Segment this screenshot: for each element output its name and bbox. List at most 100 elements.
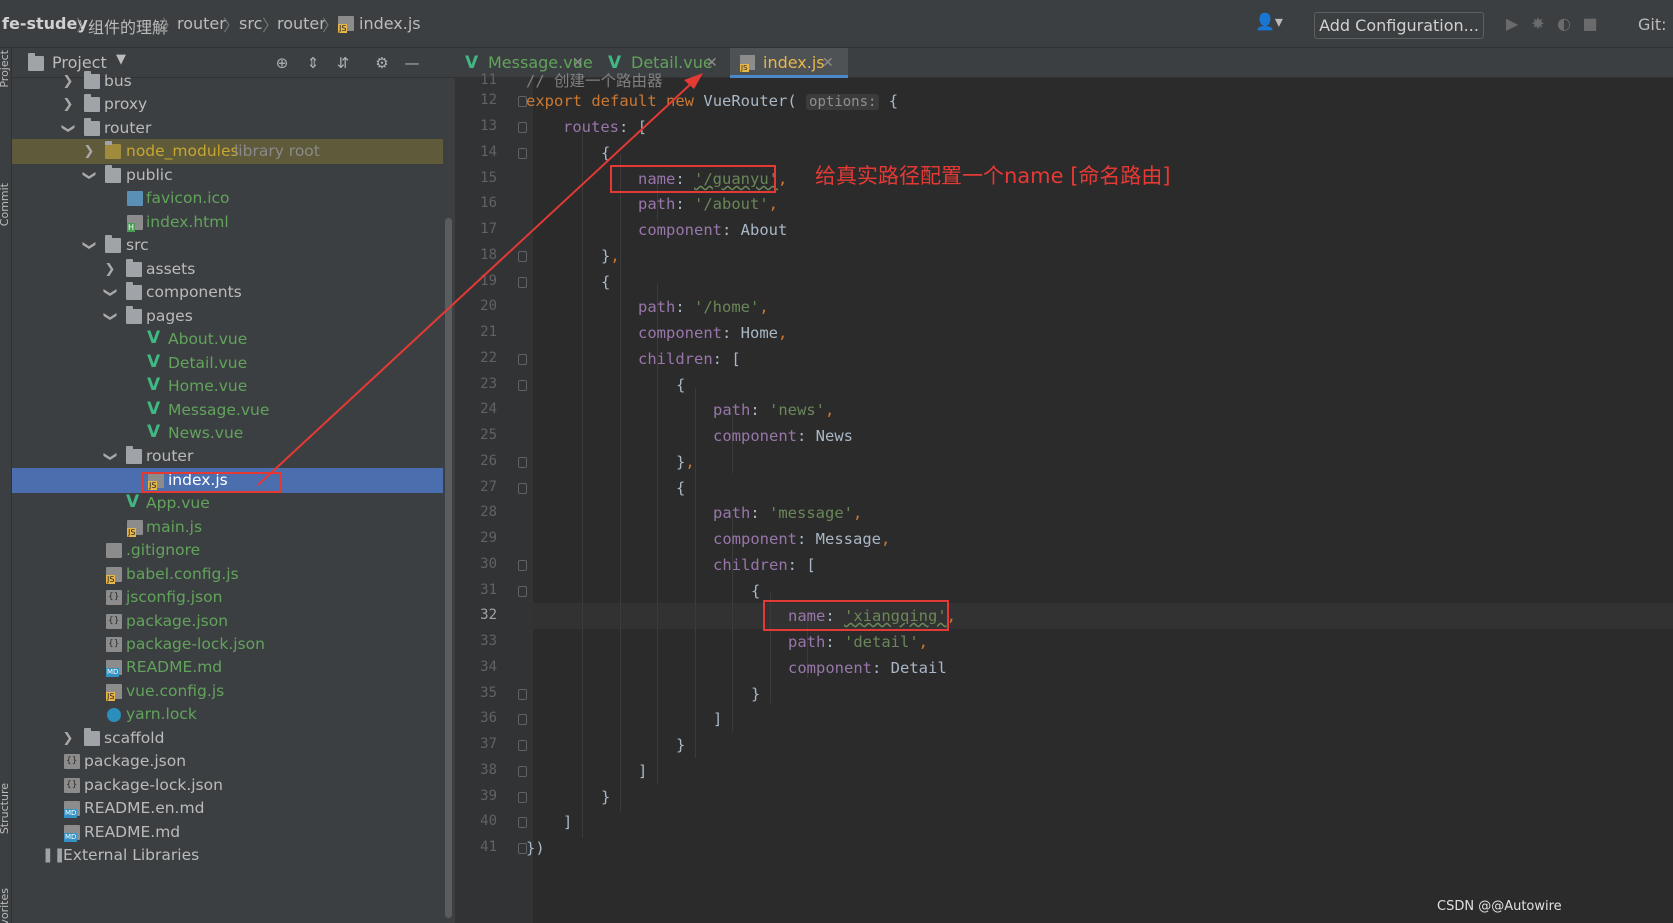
tree-item-vue-config[interactable]: vue.config.js [12, 679, 443, 704]
fold-marker-icon[interactable] [518, 714, 527, 725]
tree-item-package-lock[interactable]: package-lock.json [12, 632, 443, 657]
tree-item-app-vue[interactable]: V App.vue [12, 491, 443, 516]
tab-index-js[interactable]: index.js ✕ [730, 48, 848, 78]
chevron-right-icon[interactable]: ❯ [82, 139, 96, 164]
fold-marker-icon[interactable] [518, 560, 527, 571]
fold-marker-icon[interactable] [518, 766, 527, 777]
html-file-icon [127, 215, 143, 232]
code-line-29: component: Message, [713, 530, 891, 548]
tree-item-gitignore[interactable]: .gitignore [12, 538, 443, 563]
image-file-icon [127, 191, 143, 206]
breadcrumb-separator: 〉 [262, 16, 279, 35]
scrollbar-thumb[interactable] [445, 218, 452, 918]
favorites-tool-tab[interactable]: Favorites [0, 888, 11, 923]
tree-item-label: README.en.md [84, 799, 205, 817]
tree-item-jsconfig[interactable]: jsconfig.json [12, 585, 443, 610]
chevron-down-icon[interactable]: ▼ [116, 52, 126, 67]
fold-marker-icon[interactable] [518, 740, 527, 751]
indent-guide [695, 388, 696, 758]
project-tool-tab[interactable]: Project [0, 50, 11, 88]
breadcrumb-folder[interactable]: src [239, 14, 262, 33]
tree-item-assets[interactable]: ❯ assets [12, 257, 443, 282]
fold-marker-icon[interactable] [518, 457, 527, 468]
chevron-down-icon[interactable]: ❯ [98, 450, 123, 464]
tree-item-proxy[interactable]: ❯ proxy [12, 92, 443, 117]
breadcrumb-project[interactable]: fe-studey [2, 14, 88, 33]
line-number: 28 [480, 504, 497, 520]
run-icon[interactable]: ▶ [1502, 14, 1522, 34]
tree-item-yarn-lock[interactable]: yarn.lock [12, 702, 443, 727]
code-line-35: } [751, 685, 761, 703]
fold-marker-icon[interactable] [518, 817, 527, 828]
fold-marker-icon[interactable] [518, 483, 527, 494]
tree-item-bus[interactable]: ❯ bus [12, 69, 443, 94]
user-icon[interactable]: 👤▾ [1255, 12, 1293, 36]
fold-marker-icon[interactable] [518, 354, 527, 365]
fold-marker-icon[interactable] [518, 792, 527, 803]
tree-item-root-readme[interactable]: README.md [12, 820, 443, 845]
fold-marker-icon[interactable] [518, 148, 527, 159]
chevron-down-icon[interactable]: ❯ [98, 310, 123, 324]
close-icon[interactable]: ✕ [822, 48, 834, 78]
tree-item-scaffold[interactable]: ❯ scaffold [12, 726, 443, 751]
fold-marker-icon[interactable] [518, 251, 527, 262]
project-scrollbar[interactable] [443, 78, 453, 923]
stop-icon[interactable]: ■ [1580, 14, 1600, 34]
tree-item-news-vue[interactable]: V News.vue [12, 421, 443, 446]
fold-marker-icon[interactable] [518, 122, 527, 133]
breadcrumb-folder[interactable]: router [177, 14, 226, 33]
chevron-right-icon[interactable]: ❯ [61, 92, 75, 117]
chevron-down-icon[interactable]: ❯ [98, 286, 123, 300]
code-area[interactable]: // 创建一个路由器 export default new VueRouter(… [526, 72, 1673, 923]
tree-item-root-package-lock[interactable]: package-lock.json [12, 773, 443, 798]
tree-item-index-html[interactable]: index.html [12, 210, 443, 235]
commit-tool-tab[interactable]: Commit [0, 183, 11, 226]
breadcrumb-file[interactable]: index.js [359, 14, 421, 33]
property-component: component [788, 659, 872, 677]
tree-item-main-js[interactable]: main.js [12, 515, 443, 540]
tree-item-readme-en[interactable]: README.en.md [12, 796, 443, 821]
fold-marker-icon[interactable] [518, 277, 527, 288]
chevron-down-icon[interactable]: ❯ [77, 169, 102, 183]
tree-item-package-json[interactable]: package.json [12, 609, 443, 634]
tree-item-router-folder[interactable]: ❯ router [12, 444, 443, 469]
tree-item-node-modules[interactable]: ❯ node_modules library root [12, 139, 443, 164]
tree-item-pages[interactable]: ❯ pages [12, 304, 443, 329]
tree-item-root-package-json[interactable]: package.json [12, 749, 443, 774]
chevron-right-icon[interactable]: ❯ [61, 726, 75, 751]
close-icon[interactable]: ✕ [706, 48, 718, 78]
tree-item-src[interactable]: ❯ src [12, 233, 443, 258]
library-icon: ❚❚ [42, 847, 66, 863]
tree-item-detail-vue[interactable]: V Detail.vue [12, 351, 443, 376]
debug-icon[interactable]: ✸ [1528, 14, 1548, 34]
chevron-down-icon[interactable]: ❯ [56, 122, 81, 136]
fold-marker-icon[interactable] [518, 586, 527, 597]
tree-item-message-vue[interactable]: V Message.vue [12, 398, 443, 423]
add-configuration-button[interactable]: Add Configuration... [1314, 12, 1484, 39]
git-label[interactable]: Git: [1638, 15, 1667, 34]
structure-tool-tab[interactable]: Structure [0, 783, 11, 834]
breadcrumb-separator: 〉 [322, 16, 339, 35]
tree-item-router[interactable]: ❯ router [12, 116, 443, 141]
breadcrumb-folder[interactable]: router [277, 14, 326, 33]
fold-marker-icon[interactable] [518, 689, 527, 700]
js-file-icon [127, 520, 143, 537]
tree-item-label: router [104, 119, 152, 137]
folder-icon [84, 94, 100, 112]
fold-marker-icon[interactable] [518, 380, 527, 391]
tree-item-components[interactable]: ❯ components [12, 280, 443, 305]
chevron-right-icon[interactable]: ❯ [61, 69, 75, 94]
breadcrumb-folder[interactable]: 组件的理解 [88, 14, 168, 38]
tree-item-babel-config[interactable]: babel.config.js [12, 562, 443, 587]
tree-item-label: babel.config.js [126, 565, 239, 583]
coverage-icon[interactable]: ◐ [1554, 14, 1574, 34]
chevron-down-icon[interactable]: ❯ [77, 239, 102, 253]
tree-item-external-libraries[interactable]: ❚❚ External Libraries [12, 843, 443, 868]
tree-item-readme[interactable]: README.md [12, 655, 443, 680]
tree-item-home-vue[interactable]: V Home.vue [12, 374, 443, 399]
chevron-right-icon[interactable]: ❯ [103, 257, 117, 282]
line-number: 39 [480, 788, 497, 804]
tree-item-public[interactable]: ❯ public [12, 163, 443, 188]
tree-item-favicon[interactable]: favicon.ico [12, 186, 443, 211]
tree-item-about-vue[interactable]: V About.vue [12, 327, 443, 352]
